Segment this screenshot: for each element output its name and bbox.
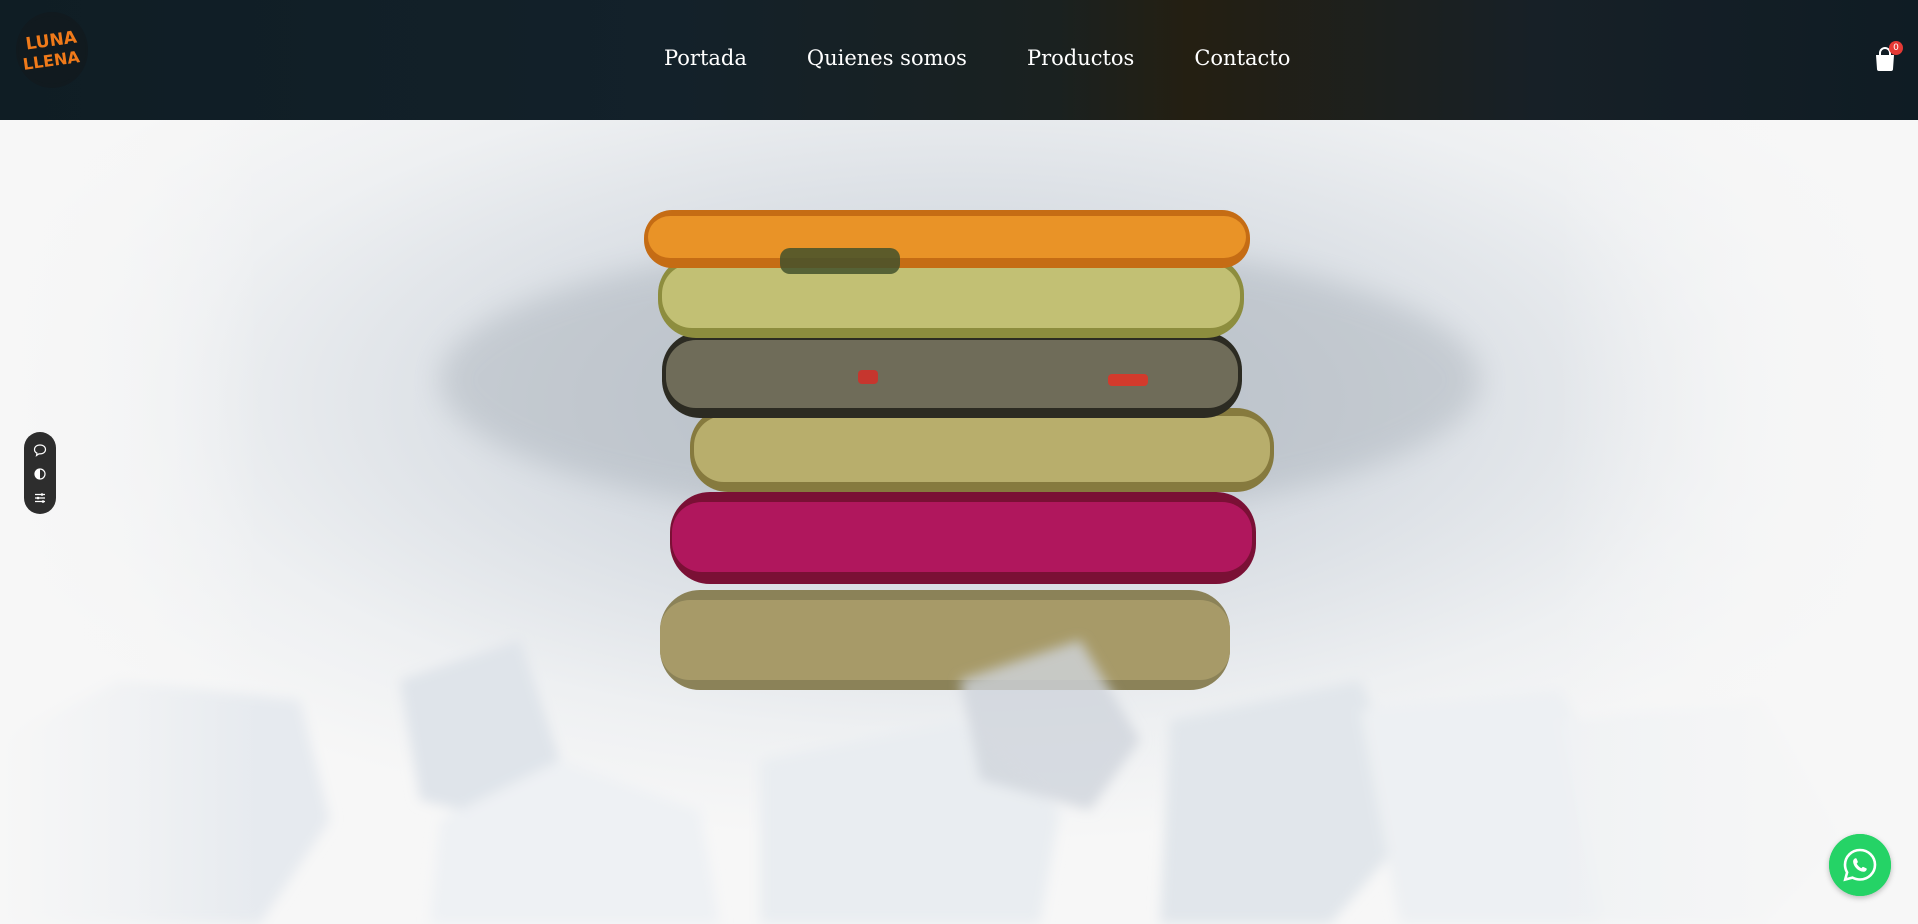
luna-llena-logo[interactable]: LUNA LLENA — [16, 12, 88, 88]
nav-link-quienes-somos[interactable]: Quienes somos — [807, 44, 967, 72]
cart-button[interactable]: 0 — [1874, 41, 1903, 72]
hero-banner — [0, 120, 1918, 924]
cart-count-badge: 0 — [1889, 41, 1903, 55]
nav-link-productos[interactable]: Productos — [1027, 44, 1134, 72]
whatsapp-icon — [1829, 834, 1891, 896]
contrast-toggle-icon[interactable] — [33, 466, 47, 480]
chat-bubble-icon[interactable] — [33, 442, 47, 457]
top-navbar: LUNA LLENA Portada Quienes somos Product… — [0, 0, 1918, 120]
nav-link-contacto[interactable]: Contacto — [1194, 44, 1290, 72]
nav-link-portada[interactable]: Portada — [664, 44, 747, 72]
whatsapp-chat-button[interactable] — [1829, 834, 1891, 896]
sliders-icon[interactable] — [33, 490, 47, 504]
accessibility-side-widget — [24, 432, 56, 514]
main-navigation: Portada Quienes somos Productos Contacto — [664, 44, 1350, 72]
